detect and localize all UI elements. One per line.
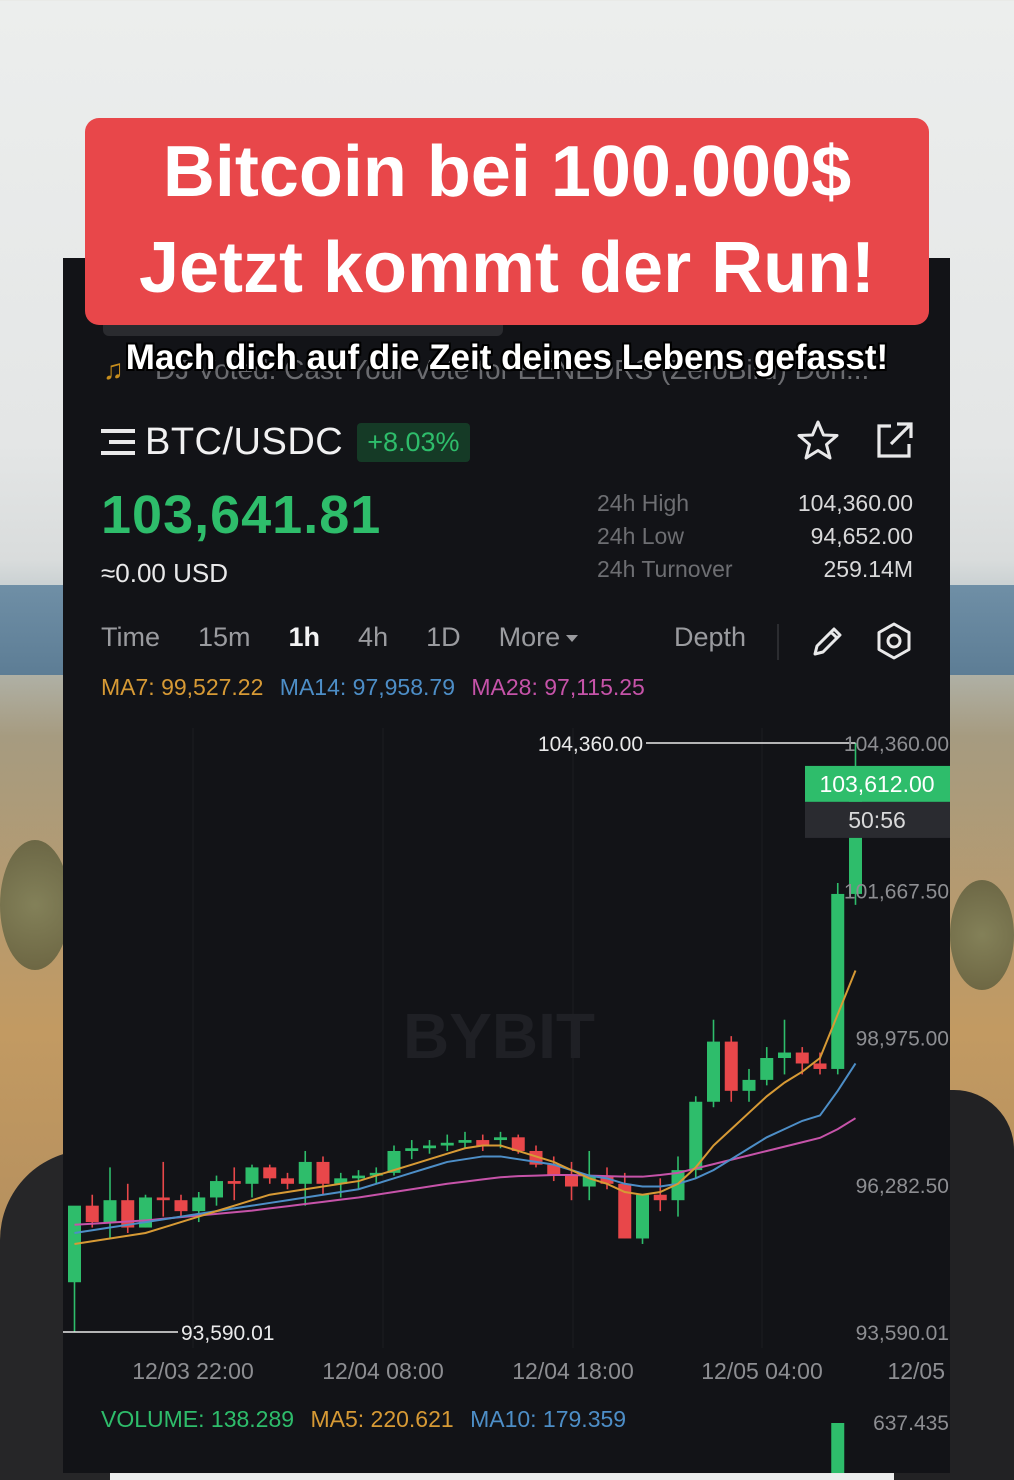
countdown-label: 50:56: [848, 807, 906, 833]
candle-body: [707, 1041, 720, 1102]
candle-body: [103, 1200, 117, 1223]
candle-body: [742, 1079, 756, 1091]
watermark: BYBIT: [403, 1000, 595, 1072]
candle-body: [689, 1101, 703, 1171]
x-tick-label: 12/04 08:00: [322, 1358, 444, 1384]
candle-body: [316, 1161, 330, 1184]
candle-body: [653, 1194, 667, 1201]
volume-axis-label: 637.435: [873, 1412, 949, 1435]
volume-indicators: VOLUME: 138.289 MA5: 220.621 MA10: 179.3…: [101, 1406, 626, 1433]
price-chart[interactable]: BYBIT 104,360.00 93,590.01 104,360.00 101,66…: [63, 258, 950, 1473]
title-line-1: Bitcoin bei 100.000$: [162, 132, 852, 212]
volume-value: VOLUME: 138.289: [101, 1406, 295, 1432]
candle-body: [245, 1167, 259, 1184]
x-tick-label: 12/05 04:00: [701, 1358, 823, 1384]
candle-body: [263, 1167, 277, 1179]
candle-body: [813, 1063, 827, 1069]
current-price-label: 103,612.00: [819, 771, 934, 797]
high-label: 104,360.00: [538, 733, 643, 756]
candle-body: [423, 1145, 436, 1149]
volume-bar: [831, 1423, 845, 1473]
y-tick-label: 101,667.50: [844, 880, 949, 903]
candle-body: [778, 1052, 791, 1059]
x-tick-label: 12/05: [887, 1358, 945, 1384]
bush: [0, 840, 70, 970]
candle-body: [352, 1175, 365, 1179]
x-tick-label: 12/03 22:00: [132, 1358, 254, 1384]
candle-body: [636, 1194, 649, 1239]
trading-app-panel: DJ Voted: Cast Your Vote for EENEDRS (Ze…: [63, 258, 950, 1473]
candle-body: [192, 1197, 206, 1212]
candle-body: [795, 1052, 809, 1064]
y-tick-label: 96,282.50: [856, 1175, 949, 1198]
bush: [950, 880, 1014, 990]
x-tick-label: 12/04 18:00: [512, 1358, 634, 1384]
volume-ma10-value: MA10: 179.359: [470, 1406, 627, 1432]
candle-body: [210, 1181, 223, 1198]
candle-body: [440, 1142, 454, 1146]
candle-body: [227, 1181, 241, 1184]
candle-body: [85, 1205, 99, 1223]
candle-body: [298, 1161, 312, 1184]
candle-body: [174, 1200, 188, 1212]
candle-body: [494, 1137, 507, 1141]
title-line-2: Jetzt kommt der Run!: [138, 228, 876, 308]
candle-body: [405, 1148, 419, 1151]
y-tick-label: 104,360.00: [844, 733, 949, 756]
title-banner: Bitcoin bei 100.000$ Jetzt kommt der Run…: [85, 118, 929, 325]
candle-body: [281, 1178, 294, 1184]
y-tick-label: 98,975.00: [856, 1028, 949, 1051]
candle-body: [724, 1041, 738, 1091]
candle-body: [760, 1058, 774, 1080]
candle-body: [565, 1175, 578, 1187]
volume-ma5-value: MA5: 220.621: [310, 1406, 454, 1432]
subtitle-caption: Mach dich auf die Zeit deines Lebens gef…: [125, 338, 889, 377]
candle-body: [458, 1140, 472, 1143]
candle-body: [831, 893, 845, 1069]
y-tick-label: 93,590.01: [856, 1322, 949, 1345]
low-label: 93,590.01: [181, 1322, 274, 1345]
candle-body: [156, 1197, 170, 1201]
